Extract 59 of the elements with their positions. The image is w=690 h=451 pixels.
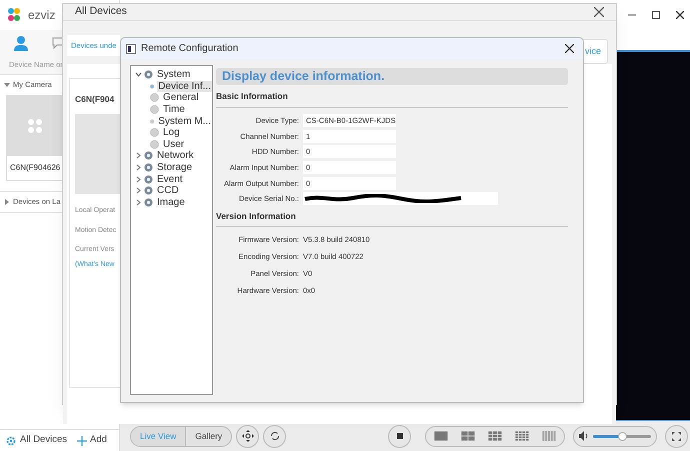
- tree-item[interactable]: Time: [162, 104, 186, 116]
- tree-item[interactable]: Event: [156, 174, 184, 185]
- tree-item[interactable]: Device Inf...: [157, 80, 212, 92]
- bullet-icon: [150, 82, 154, 91]
- stop-button[interactable]: [388, 424, 412, 448]
- bullet-icon: [150, 105, 159, 114]
- tree-item[interactable]: Storage: [156, 162, 194, 174]
- window-icon: [126, 44, 136, 54]
- layout-grid-icon[interactable]: [434, 431, 448, 441]
- camera-name: C6N(F904626: [9, 162, 62, 174]
- tree-item[interactable]: General: [162, 92, 200, 104]
- tree-item[interactable]: Image: [156, 196, 186, 208]
- fullscreen-icon: [672, 432, 682, 440]
- fullscreen-button[interactable]: [665, 424, 688, 448]
- tree-item[interactable]: System M...: [157, 116, 212, 127]
- gear-icon[interactable]: [6, 436, 16, 446]
- dialog-title: Remote Configuration: [141, 42, 238, 56]
- logo-icon: [27, 118, 43, 134]
- app-logo-text: ezviz: [28, 7, 56, 24]
- refresh-icon: [270, 431, 280, 441]
- maximize-icon[interactable]: [652, 11, 660, 19]
- chevron-down-icon[interactable]: [135, 71, 142, 78]
- all-devices-label[interactable]: All Devices: [20, 433, 67, 448]
- volume-slider[interactable]: [593, 432, 652, 440]
- caret-down-icon[interactable]: [4, 82, 10, 88]
- stop-icon: [396, 433, 403, 439]
- chat-icon[interactable]: [51, 36, 65, 50]
- close-icon[interactable]: [565, 44, 574, 53]
- refresh-button[interactable]: [263, 424, 286, 448]
- tree-item[interactable]: User: [162, 138, 186, 150]
- tree-item[interactable]: Network: [156, 150, 195, 162]
- layout-grid-icon[interactable]: [488, 431, 502, 441]
- bullet-icon: [150, 93, 159, 102]
- tree-item[interactable]: System: [156, 69, 192, 80]
- view-tab[interactable]: Gallery: [185, 426, 232, 446]
- tree-item[interactable]: Log: [162, 127, 181, 138]
- gear-icon: [144, 70, 153, 80]
- close-icon[interactable]: [676, 11, 684, 19]
- layout-grid-icon[interactable]: [542, 431, 556, 441]
- panel-heading: Display device information.: [222, 68, 385, 86]
- section-title: Basic Information: [216, 90, 568, 108]
- bullet-icon: [150, 128, 159, 138]
- add-label[interactable]: Add: [90, 433, 107, 448]
- layout-grid-icon[interactable]: [461, 431, 476, 441]
- direction-pad-icon: [242, 430, 254, 442]
- speaker-icon[interactable]: [579, 431, 590, 441]
- person-icon[interactable]: [13, 34, 29, 50]
- card-title: C6N(F904: [75, 93, 114, 106]
- bullet-icon: [150, 116, 154, 126]
- plus-icon[interactable]: [77, 436, 87, 446]
- close-icon[interactable]: [594, 6, 604, 17]
- tree-item[interactable]: CCD: [156, 185, 180, 196]
- ptz-button[interactable]: [236, 424, 260, 448]
- caret-right-icon[interactable]: [4, 199, 10, 205]
- section-title: Version Information: [216, 210, 568, 228]
- redaction-scribble-icon: [303, 194, 463, 204]
- bullet-icon: [150, 140, 159, 149]
- dialog-title: All Devices: [75, 4, 127, 19]
- layout-grid-icon[interactable]: [515, 431, 530, 441]
